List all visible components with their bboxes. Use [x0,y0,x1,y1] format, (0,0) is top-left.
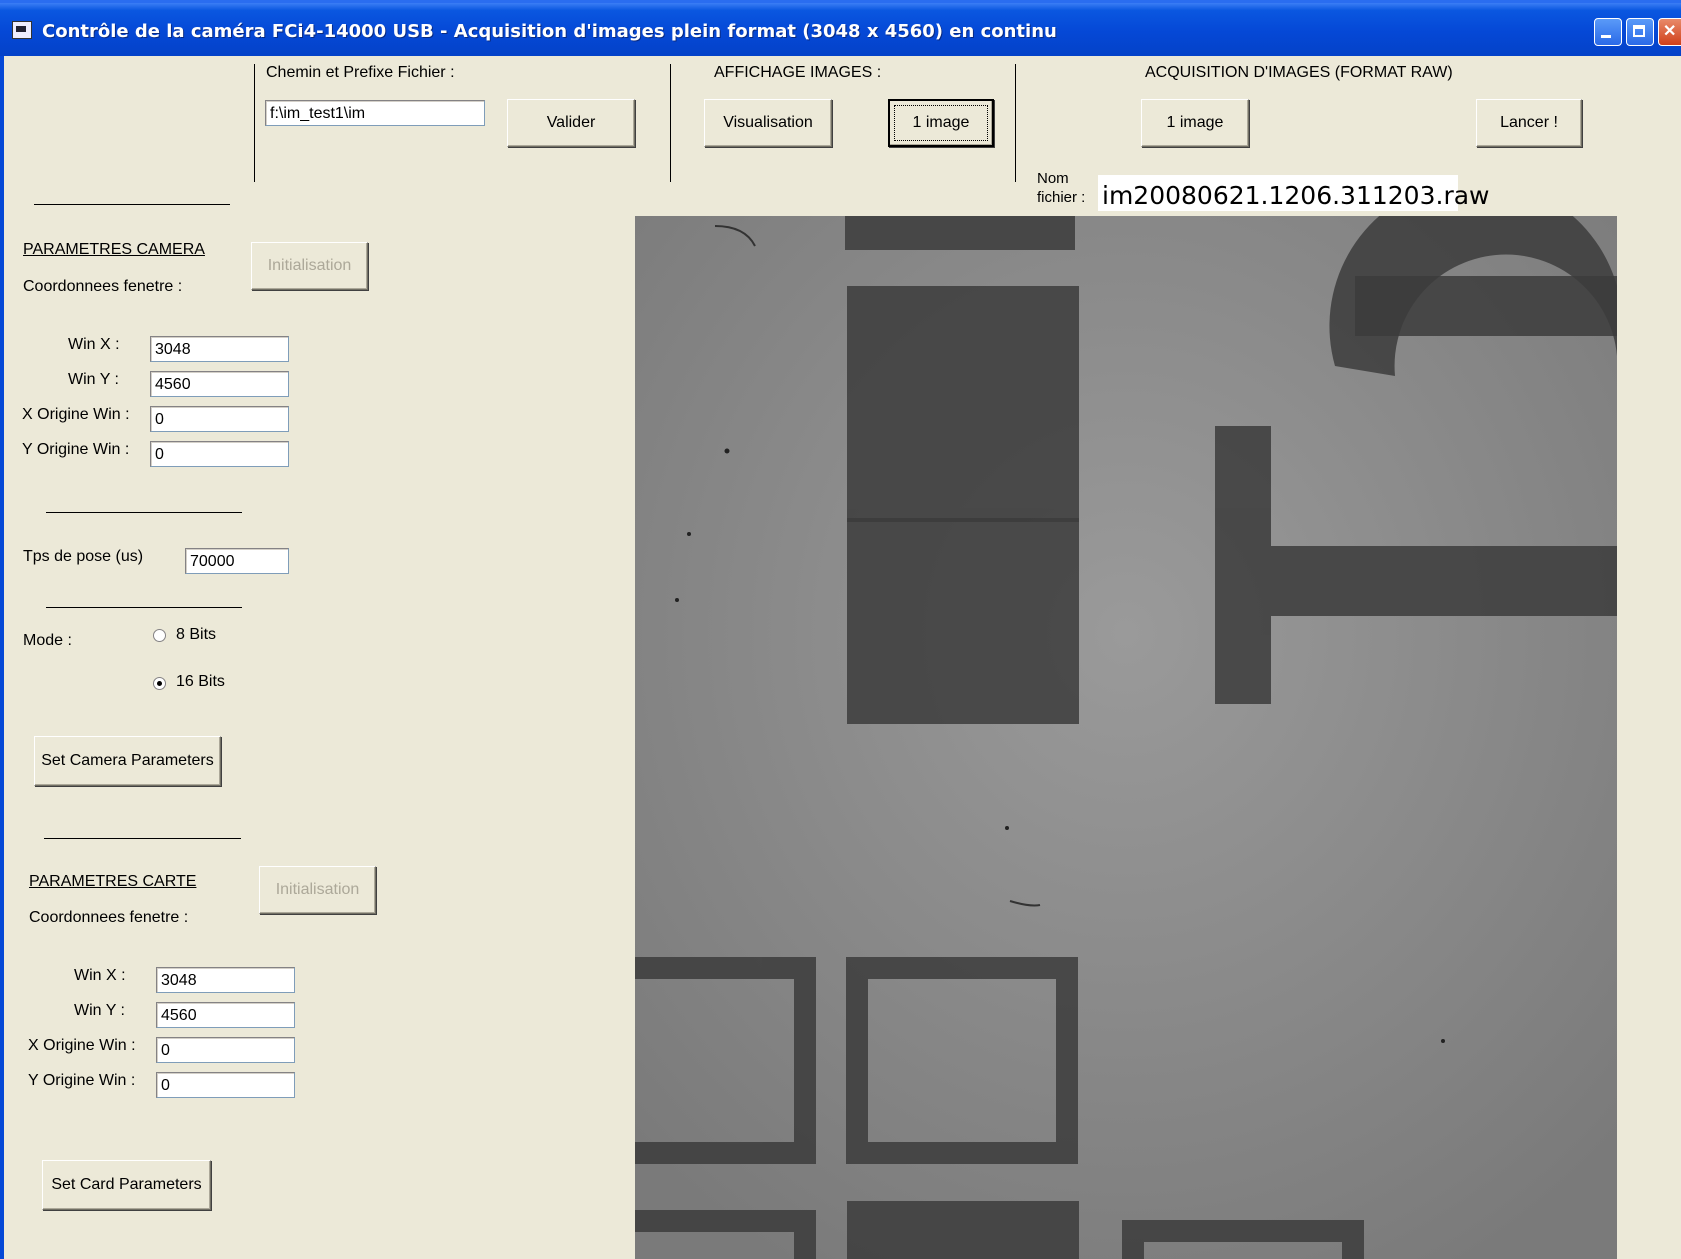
maximize-icon[interactable] [1626,18,1654,46]
filename-label-line2: fichier : [1037,189,1086,206]
mode-8bit-label[interactable]: 8 Bits [176,626,216,644]
mode-label: Mode : [23,632,72,649]
camera-params-heading: PARAMETRES CAMERA [23,241,205,258]
camera-xorig-input[interactable]: 0 [150,406,289,432]
divider [670,64,671,182]
card-winy-label: Win Y : [74,1002,125,1019]
card-winx-input[interactable]: 3048 [156,967,295,993]
card-params-heading: PARAMETRES CARTE [29,873,197,890]
card-init-button[interactable]: Initialisation [259,866,376,914]
separator [44,838,241,839]
card-xorig-input[interactable]: 0 [156,1037,295,1063]
camera-winx-input[interactable]: 3048 [150,336,289,362]
exposure-label: Tps de pose (us) [23,548,144,565]
card-xorig-label: X Origine Win : [28,1037,136,1054]
display-label: AFFICHAGE IMAGES : [714,64,882,81]
set-card-parameters-button[interactable]: Set Card Parameters [42,1160,211,1210]
card-winy-input[interactable]: 4560 [156,1002,295,1028]
mode-16bit-radio[interactable] [153,677,166,690]
camera-winx-label: Win X : [68,336,120,353]
set-camera-parameters-button[interactable]: Set Camera Parameters [34,736,221,786]
window-title: Contrôle de la caméra FCi4-14000 USB - A… [42,21,1057,42]
mode-8bit-radio[interactable] [153,629,166,642]
separator [46,607,242,608]
card-yorig-label: Y Origine Win : [28,1072,136,1089]
title-bar[interactable]: Contrôle de la caméra FCi4-14000 USB - A… [0,0,1681,56]
card-yorig-input[interactable]: 0 [156,1072,295,1098]
camera-yorig-input[interactable]: 0 [150,441,289,467]
camera-winy-input[interactable]: 4560 [150,371,289,397]
file-prefix-input[interactable]: f:\im_test1\im [265,100,485,126]
card-coords-label: Coordonnees fenetre : [29,909,189,926]
camera-image-preview [635,216,1617,1259]
camera-coords-label: Coordonnees fenetre : [23,278,183,295]
app-icon [12,21,32,39]
window-frame [0,56,4,1259]
divider [1015,64,1016,182]
launch-button[interactable]: Lancer ! [1476,99,1582,147]
divider [254,64,255,182]
camera-winy-label: Win Y : [68,371,119,388]
validate-button[interactable]: Valider [507,99,635,147]
file-prefix-label: Chemin et Prefixe Fichier : [266,64,455,81]
minimize-icon[interactable] [1594,18,1622,46]
acquire-one-image-button[interactable]: 1 image [1141,99,1249,147]
visualisation-button[interactable]: Visualisation [704,99,832,147]
separator [46,512,242,513]
display-one-image-button[interactable]: 1 image [888,99,994,147]
separator [34,204,230,205]
camera-init-button[interactable]: Initialisation [251,242,368,290]
acquisition-label: ACQUISITION D'IMAGES (FORMAT RAW) [1145,64,1453,81]
card-winx-label: Win X : [74,967,126,984]
test-target-image [635,216,1617,1259]
camera-yorig-label: Y Origine Win : [22,441,130,458]
camera-xorig-label: X Origine Win : [22,406,130,423]
filename-label-line1: Nom [1037,170,1069,187]
filename-display: im20080621.1206.311203.raw [1098,175,1490,211]
exposure-input[interactable]: 70000 [185,548,289,574]
mode-16bit-label[interactable]: 16 Bits [176,673,225,691]
close-icon[interactable] [1658,18,1681,46]
